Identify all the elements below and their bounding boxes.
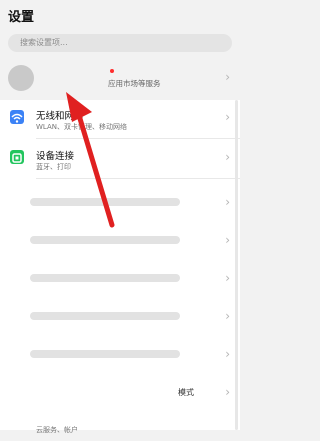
blurred-row — [30, 236, 180, 244]
notification-dot — [110, 69, 114, 73]
page-title: 设置 — [8, 10, 35, 25]
chevron-right-icon: › — [225, 110, 230, 124]
blurred-row — [30, 350, 180, 358]
account-subtitle: 应用市场等服务 — [108, 79, 161, 88]
search-input[interactable]: 搜索设置项... — [8, 34, 232, 52]
chevron-right-icon: › — [225, 195, 230, 209]
settings-list: 无线和网络 WLAN、双卡管理、移动网络 › 设备连接 蓝牙、打印 › › › … — [0, 100, 240, 430]
chevron-right-icon: › — [225, 233, 230, 247]
chevron-right-icon: › — [225, 150, 230, 164]
search-placeholder: 搜索设置项... — [20, 38, 68, 47]
chevron-right-icon: › — [225, 271, 230, 285]
avatar — [8, 65, 34, 91]
divider — [36, 178, 240, 179]
device-link-icon — [10, 150, 24, 164]
chevron-right-icon: › — [225, 347, 230, 361]
chevron-right-icon: › — [225, 309, 230, 323]
chevron-right-icon: › — [225, 385, 230, 399]
wifi-icon — [10, 110, 24, 124]
settings-item-cloud-subtitle: 云服务、帐户 — [36, 426, 78, 434]
settings-item-wireless[interactable]: 无线和网络 WLAN、双卡管理、移动网络 › — [0, 100, 240, 138]
chevron-right-icon: › — [225, 70, 230, 84]
settings-item-subtitle: 蓝牙、打印 — [36, 163, 71, 171]
divider — [36, 138, 240, 139]
blurred-row — [30, 198, 180, 206]
settings-item-label: 设备连接 — [36, 151, 75, 162]
settings-item-label: 无线和网络 — [36, 111, 84, 122]
settings-item-subtitle: WLAN、双卡管理、移动网络 — [36, 123, 128, 131]
account-row[interactable]: 应用市场等服务 › — [0, 60, 240, 98]
settings-item-device-connection[interactable]: 设备连接 蓝牙、打印 › — [0, 140, 240, 178]
blurred-row — [30, 274, 180, 282]
scrollbar[interactable] — [235, 100, 238, 430]
settings-item-mode-label: 模式 — [178, 388, 194, 397]
blurred-row — [30, 312, 180, 320]
